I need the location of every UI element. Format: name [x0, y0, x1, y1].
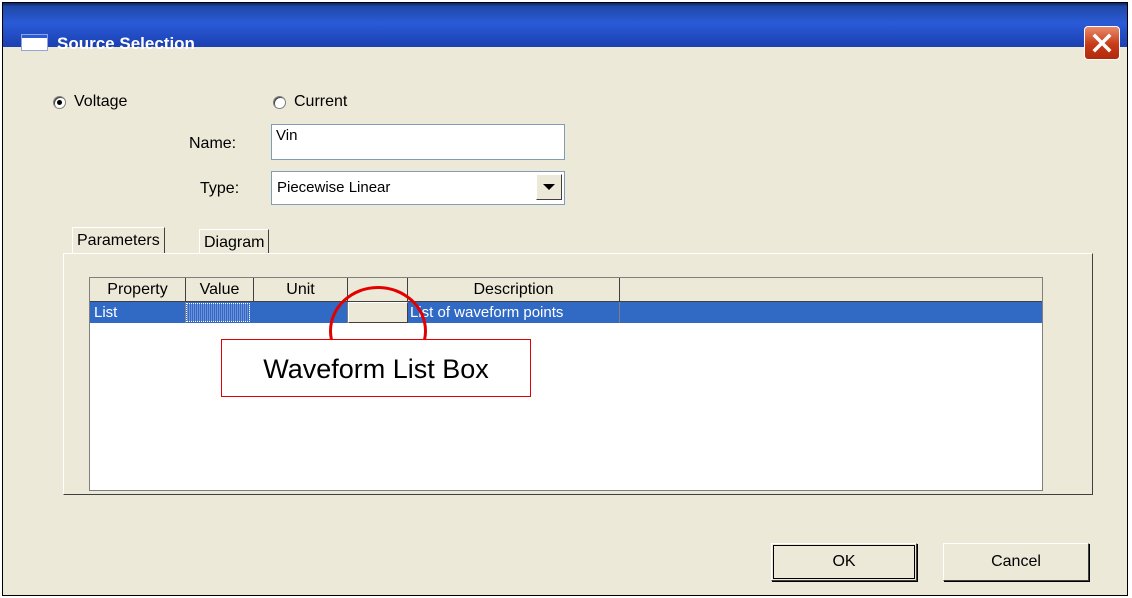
column-header-unit[interactable]: Unit	[254, 278, 348, 302]
name-field[interactable]: Vin	[271, 124, 565, 160]
cancel-button[interactable]: Cancel	[943, 543, 1089, 581]
column-header-value[interactable]: Value	[186, 278, 254, 302]
cell-value[interactable]	[186, 303, 250, 322]
ok-button[interactable]: OK	[771, 543, 917, 581]
tab-parameters[interactable]: Parameters	[72, 227, 165, 254]
radio-checked-icon	[53, 95, 66, 109]
type-value: Piecewise Linear	[277, 179, 391, 196]
cell-property[interactable]: List	[90, 302, 186, 323]
title-bar[interactable]: Source Selection	[3, 3, 1127, 60]
dialog-body: Voltage Current Name: Vin Type: Piecewis…	[3, 47, 1127, 595]
type-label: Type:	[200, 180, 240, 197]
tab-diagram[interactable]: Diagram	[199, 229, 270, 253]
name-label: Name:	[189, 135, 237, 152]
column-header-description[interactable]: Description	[408, 278, 620, 302]
current-radio[interactable]: Current	[273, 93, 347, 111]
column-header-property[interactable]: Property	[90, 278, 186, 302]
type-select[interactable]: Piecewise Linear	[271, 171, 565, 205]
table-row[interactable]: List List of waveform points	[90, 302, 1042, 323]
radio-unchecked-icon	[273, 95, 286, 109]
chevron-down-icon[interactable]	[536, 174, 562, 200]
annotation-callout: Waveform List Box	[221, 339, 531, 397]
grid-header: Property Value Unit Description	[90, 278, 1042, 302]
column-header-filler	[620, 278, 1042, 302]
voltage-label: Voltage	[74, 93, 128, 110]
current-label: Current	[294, 93, 348, 110]
source-selection-dialog: Source Selection Voltage Current Name: V…	[2, 2, 1128, 596]
cell-description[interactable]: List of waveform points	[408, 302, 620, 323]
voltage-radio[interactable]: Voltage	[53, 93, 127, 111]
